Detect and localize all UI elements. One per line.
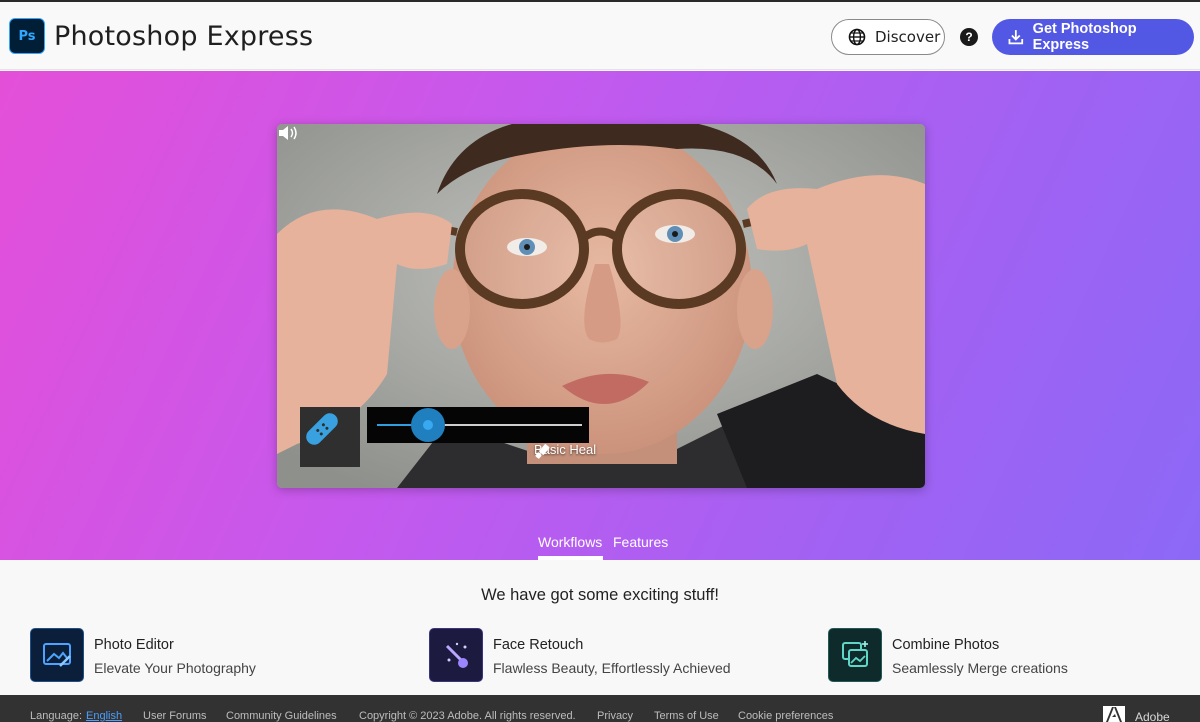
feature-title: Combine Photos [892,637,1000,653]
footer-link-user-forums[interactable]: User Forums [143,710,207,722]
demo-video[interactable]: Basic Heal [277,124,925,488]
globe-icon [848,28,866,46]
face-retouch-icon [429,628,483,682]
brush-icon [535,444,550,459]
feature-title: Photo Editor [94,637,174,653]
tab-features[interactable]: Features [613,534,668,550]
section-headline: We have got some exciting stuff! [481,586,719,604]
feature-subtitle: Flawless Beauty, Effortlessly Achieved [493,660,731,676]
active-tab-indicator [538,556,603,560]
heal-strength-slider[interactable] [367,407,589,443]
discover-button[interactable]: Discover [831,19,945,55]
get-button-label: Get Photoshop Express [1032,21,1137,53]
logo-text: Ps [18,28,36,44]
photoshop-logo[interactable]: Ps [9,18,45,54]
help-button[interactable]: ? [960,28,978,46]
app-title[interactable]: Photoshop Express [54,21,313,52]
download-icon [1008,30,1024,45]
footer-link-terms[interactable]: Terms of Use [654,710,719,722]
tab-workflows[interactable]: Workflows [538,534,602,550]
footer-link-community-guidelines[interactable]: Community Guidelines [226,710,337,722]
tool-label: Basic Heal [534,442,596,459]
get-photoshop-express-button[interactable]: Get Photoshop Express [992,19,1194,55]
feature-subtitle: Elevate Your Photography [94,660,256,676]
footer: Language: English User Forums Community … [0,695,1200,722]
app-header: Ps Photoshop Express Discover ? Get Phot… [0,2,1200,70]
bandage-icon [306,413,338,445]
hero-section: Basic Heal Workflows Features [0,71,1200,560]
discover-label: Discover [875,28,941,46]
feature-subtitle: Seamlessly Merge creations [892,660,1068,676]
footer-link-privacy[interactable]: Privacy [597,710,633,722]
volume-icon[interactable] [277,124,299,142]
language-selector[interactable]: English [86,710,122,722]
heal-tool-button[interactable] [300,407,360,467]
photo-editor-icon [30,628,84,682]
combine-photos-icon [828,628,882,682]
feature-title: Face Retouch [493,637,584,653]
adobe-logo-icon [1103,706,1125,722]
help-icon: ? [965,30,973,44]
language-label: Language: [30,710,82,722]
footer-copyright: Copyright © 2023 Adobe. All rights reser… [359,710,576,722]
footer-link-cookie-preferences[interactable]: Cookie preferences [738,710,833,722]
adobe-label[interactable]: Adobe [1135,710,1170,722]
